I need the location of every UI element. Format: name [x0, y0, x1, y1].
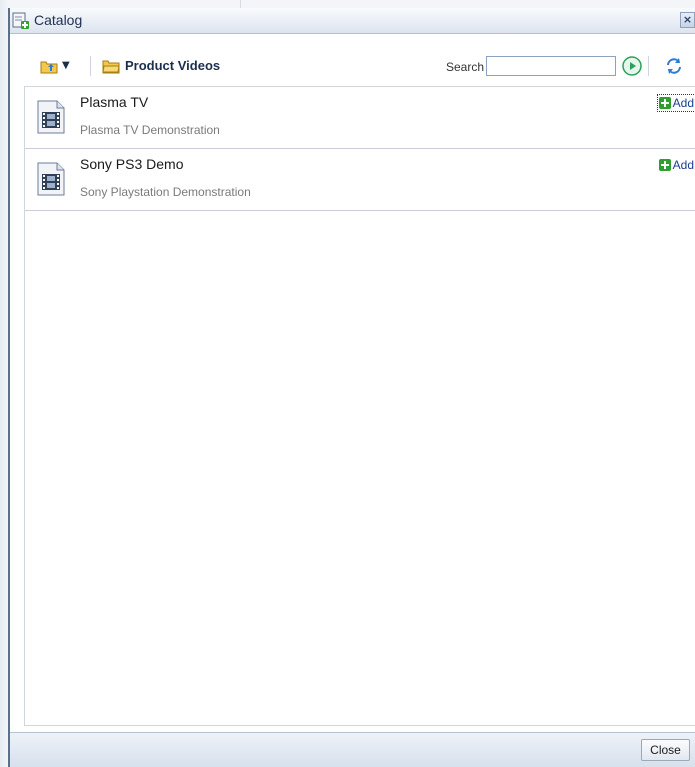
item-name[interactable]: Sony PS3 Demo	[80, 156, 184, 172]
add-plus-icon	[658, 97, 671, 109]
search-input[interactable]	[486, 56, 616, 76]
catalog-dialog: Catalog × ▼ Product Videos Search Plasma…	[8, 8, 695, 767]
toolbar: ▼ Product Videos Search	[10, 34, 695, 94]
background-fragment	[18, 0, 88, 3]
list-item[interactable]: Plasma TV Plasma TV Demonstration Add	[25, 87, 695, 149]
toolbar-divider	[90, 56, 91, 76]
video-file-icon	[37, 162, 65, 196]
toolbar-divider	[648, 56, 649, 76]
close-button[interactable]: Close	[641, 739, 690, 761]
background-strip-top	[0, 0, 695, 8]
refresh-icon[interactable]	[664, 56, 684, 76]
add-button[interactable]: Add	[658, 157, 695, 173]
item-description: Sony Playstation Demonstration	[80, 185, 251, 199]
item-name[interactable]: Plasma TV	[80, 94, 148, 110]
folder-up-icon[interactable]	[40, 58, 58, 74]
dialog-footer: Close	[10, 732, 695, 767]
catalog-list: Plasma TV Plasma TV Demonstration Add So…	[24, 86, 695, 726]
add-plus-icon	[658, 159, 671, 171]
dialog-title: Catalog	[34, 12, 83, 28]
add-label: Add	[672, 96, 694, 110]
folder-icon	[102, 60, 120, 74]
video-file-icon	[37, 100, 65, 134]
search-label: Search	[446, 60, 485, 74]
item-description: Plasma TV Demonstration	[80, 123, 220, 137]
list-item[interactable]: Sony PS3 Demo Sony Playstation Demonstra…	[25, 149, 695, 211]
chevron-down-icon[interactable]: ▼	[62, 60, 70, 71]
add-label: Add	[672, 158, 694, 172]
dialog-titlebar[interactable]: Catalog ×	[10, 8, 695, 34]
add-button[interactable]: Add	[656, 94, 695, 112]
background-divider	[240, 0, 241, 8]
breadcrumb-current-folder[interactable]: Product Videos	[125, 58, 220, 73]
catalog-add-icon	[12, 12, 29, 29]
go-arrow-icon[interactable]	[622, 56, 642, 76]
close-icon[interactable]: ×	[680, 12, 695, 28]
